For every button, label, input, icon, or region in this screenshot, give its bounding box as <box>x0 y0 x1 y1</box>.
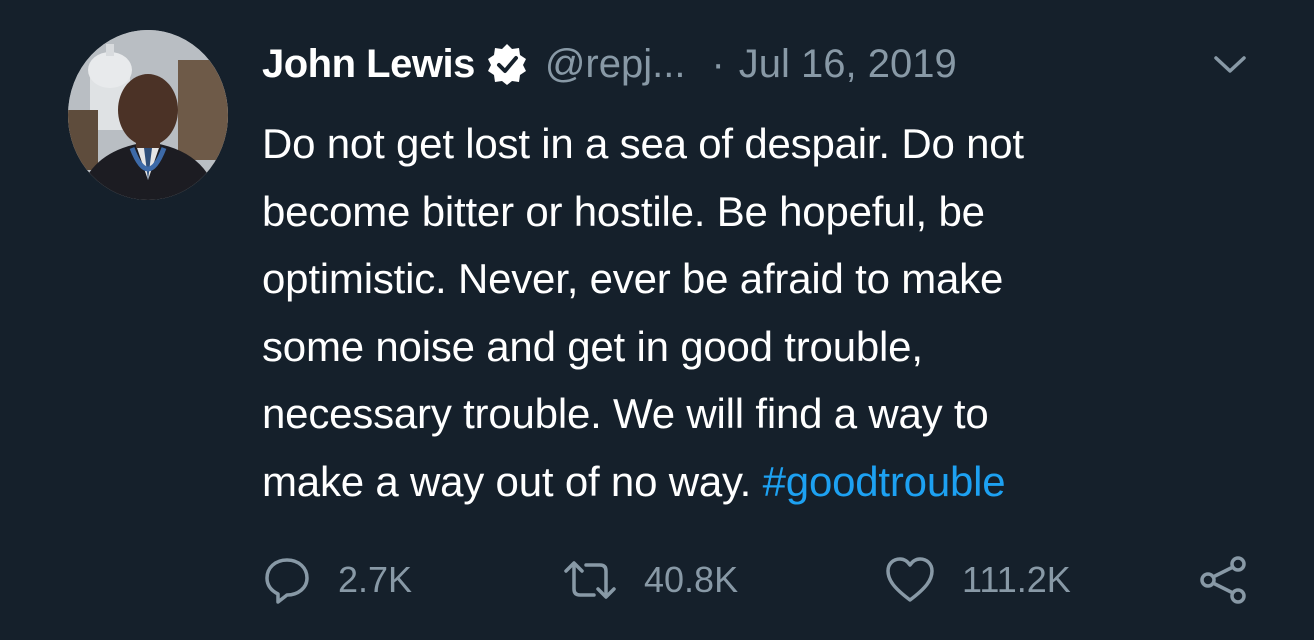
like-button[interactable]: 111.2K <box>884 550 1071 610</box>
like-count: 111.2K <box>962 559 1071 600</box>
tweet-text-line: Do not get lost in a sea of despair. Do … <box>262 120 1024 167</box>
avatar[interactable] <box>68 30 228 200</box>
author-handle[interactable]: @repj... <box>545 42 686 87</box>
tweet-text-line: necessary trouble. We will find a way to <box>262 390 989 437</box>
share-button[interactable] <box>1198 550 1250 610</box>
reply-count: 2.7K <box>338 559 413 600</box>
author-name[interactable]: John Lewis <box>262 42 475 87</box>
tweet-card[interactable]: John Lewis @repj... · Jul 16, 2019 Do no… <box>0 0 1314 640</box>
hashtag-link[interactable]: #goodtrouble <box>763 458 1006 505</box>
retweet-button[interactable]: 40.8K <box>562 550 738 610</box>
retweet-icon <box>562 555 618 605</box>
tweet-actions: 2.7K 40.8K 111.2K <box>262 550 1262 610</box>
reply-button[interactable]: 2.7K <box>262 550 412 610</box>
tweet-header: John Lewis @repj... · Jul 16, 2019 <box>262 36 1262 92</box>
tweet-text: Do not get lost in a sea of despair. Do … <box>262 110 1262 515</box>
heart-icon <box>884 556 936 604</box>
reply-icon <box>262 555 312 605</box>
retweet-count: 40.8K <box>644 559 739 600</box>
chevron-down-icon[interactable] <box>1208 44 1252 84</box>
tweet-text-line: make a way out of no way. <box>262 457 752 505</box>
tweet-date[interactable]: Jul 16, 2019 <box>739 42 957 87</box>
tweet-text-line: optimistic. Never, ever be afraid to mak… <box>262 255 1004 302</box>
share-icon <box>1198 554 1250 606</box>
tweet-text-line: some noise and get in good trouble, <box>262 322 923 370</box>
tweet-text-line-last: make a way out of no way. #goodtrouble <box>262 448 1262 516</box>
separator-dot: · <box>711 41 725 86</box>
tweet-text-line: become bitter or hostile. Be hopeful, be <box>262 187 985 235</box>
verified-badge-icon <box>485 42 529 86</box>
